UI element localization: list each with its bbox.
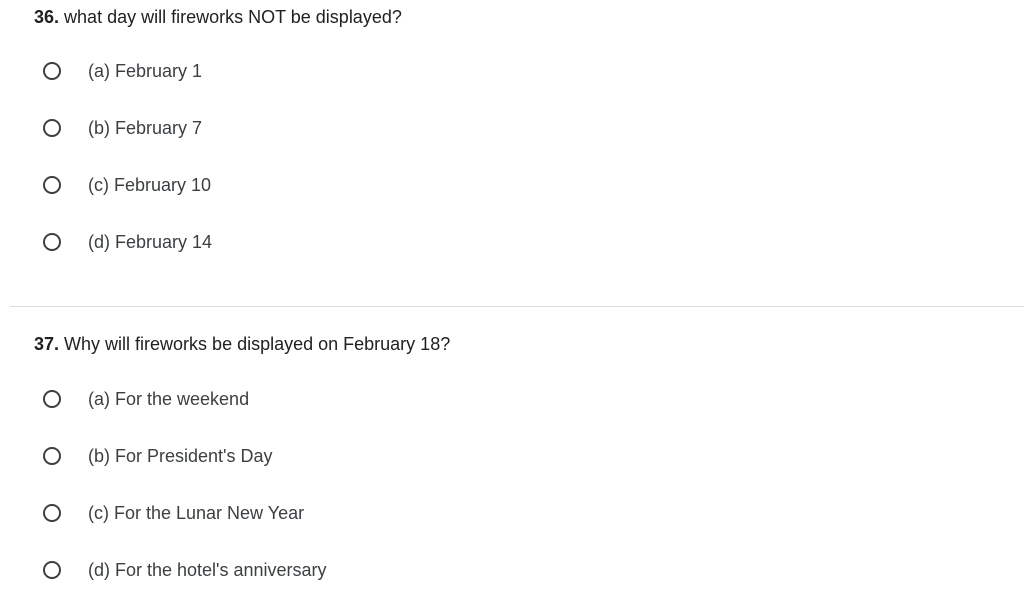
option-label: (d) For the hotel's anniversary xyxy=(88,560,327,580)
radio-button[interactable] xyxy=(43,390,61,408)
question-number: 37. xyxy=(34,334,60,354)
radio-button[interactable] xyxy=(43,504,61,522)
option-label: (c) February 10 xyxy=(88,175,212,195)
option-label: (d) February 14 xyxy=(88,232,213,252)
question-title: 37. Why will fireworks be displayed on F… xyxy=(34,333,450,355)
option-label: (a) For the weekend xyxy=(88,389,250,409)
radio-button[interactable] xyxy=(43,233,61,251)
question-text: Why will fireworks be displayed on Febru… xyxy=(64,334,451,354)
radio-button[interactable] xyxy=(43,176,61,194)
option-b[interactable]: (b) For President's Day xyxy=(34,437,534,477)
option-a[interactable]: (a) February 1 xyxy=(34,52,534,92)
question-divider xyxy=(10,306,1024,307)
option-d[interactable]: (d) For the hotel's anniversary xyxy=(34,551,534,591)
option-label: (b) For President's Day xyxy=(88,446,273,466)
question-text: what day will fireworks NOT be displayed… xyxy=(64,7,402,27)
question-number: 36. xyxy=(34,7,60,27)
question-title: 36. what day will fireworks NOT be displ… xyxy=(34,6,402,28)
option-a[interactable]: (a) For the weekend xyxy=(34,380,534,420)
option-b[interactable]: (b) February 7 xyxy=(34,109,534,149)
quiz-page: 36. what day will fireworks NOT be displ… xyxy=(0,0,1024,600)
radio-button[interactable] xyxy=(43,119,61,137)
option-label: (b) February 7 xyxy=(88,118,203,138)
option-d[interactable]: (d) February 14 xyxy=(34,223,534,263)
option-label: (a) February 1 xyxy=(88,61,203,81)
radio-button[interactable] xyxy=(43,561,61,579)
radio-button[interactable] xyxy=(43,62,61,80)
option-label: (c) For the Lunar New Year xyxy=(88,503,305,523)
radio-button[interactable] xyxy=(43,447,61,465)
option-c[interactable]: (c) February 10 xyxy=(34,166,534,206)
option-c[interactable]: (c) For the Lunar New Year xyxy=(34,494,534,534)
